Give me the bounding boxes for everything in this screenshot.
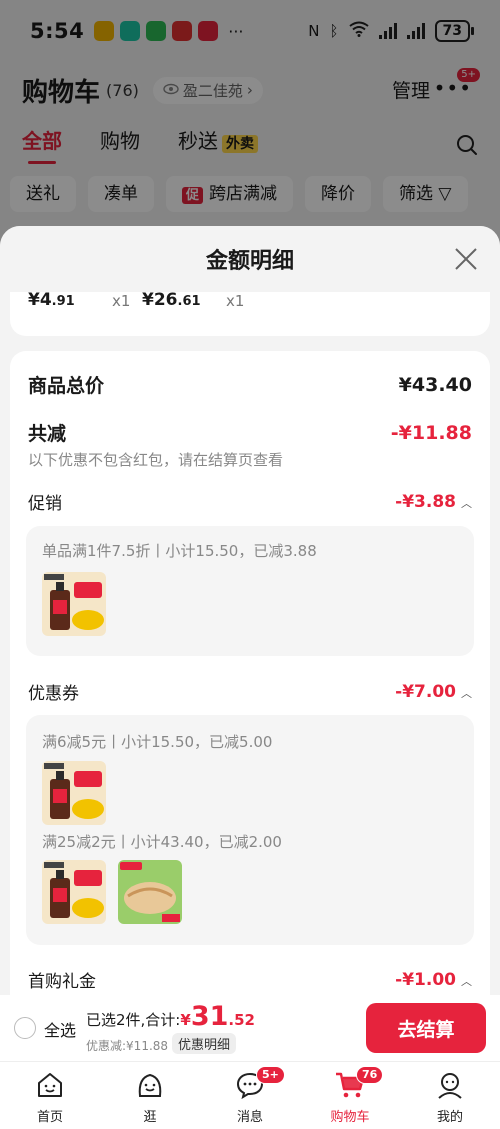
discount-summary: 优惠减:¥11.88 bbox=[86, 1039, 169, 1053]
coupon-label: 优惠券 bbox=[28, 684, 79, 704]
tab-stroll[interactable]: 逛 bbox=[100, 1062, 200, 1129]
messages-badge: 5+ bbox=[256, 1066, 285, 1084]
goods-total-label: 商品总价 bbox=[28, 375, 105, 397]
stroll-face-icon bbox=[135, 1070, 165, 1104]
first-gift-value: -¥1.00 ︿ bbox=[395, 969, 472, 990]
tab-cart[interactable]: 76 购物车 bbox=[300, 1062, 400, 1129]
total-reduce-value: -¥11.88 bbox=[390, 421, 472, 444]
profile-icon bbox=[435, 1070, 465, 1104]
item-price-2: ¥26.61 bbox=[142, 290, 201, 310]
product-thumb-soysauce bbox=[42, 572, 106, 636]
total-reduce-row: 共减 -¥11.88 bbox=[28, 419, 472, 446]
product-thumb-soysauce bbox=[42, 860, 106, 924]
product-thumb-soysauce bbox=[42, 761, 106, 825]
promo-detail-line: 单品满1件7.5折丨小计15.50，已减3.88 bbox=[42, 542, 317, 560]
home-face-icon bbox=[35, 1070, 65, 1104]
tab-stroll-label: 逛 bbox=[143, 1110, 157, 1125]
checkout-button[interactable]: 去结算 bbox=[366, 1003, 486, 1053]
close-icon[interactable] bbox=[454, 247, 478, 271]
promo-detail-box: 单品满1件7.5折丨小计15.50，已减3.88 bbox=[26, 526, 474, 656]
product-thumb-pastry bbox=[118, 860, 182, 924]
tab-home[interactable]: 首页 bbox=[0, 1062, 100, 1129]
tab-messages-label: 消息 bbox=[236, 1110, 263, 1125]
total-dec: .52 bbox=[228, 1011, 255, 1029]
promo-row[interactable]: 促销 -¥3.88 ︿ bbox=[28, 489, 472, 515]
select-all-label[interactable]: 全选 bbox=[44, 1017, 76, 1041]
sheet-header: 金额明细 bbox=[0, 226, 500, 292]
total-int: 31 bbox=[190, 1001, 229, 1032]
tab-home-label: 首页 bbox=[36, 1110, 63, 1125]
coupon-line-1: 满6减5元丨小计15.50，已减5.00 bbox=[42, 733, 273, 751]
tab-cart-label: 购物车 bbox=[330, 1110, 370, 1125]
reduce-note: 以下优惠不包含红包，请在结算页查看 bbox=[28, 451, 284, 469]
coupon-line-2: 满25减2元丨小计43.40，已减2.00 bbox=[42, 833, 282, 851]
item-qty-1: x1 bbox=[112, 292, 131, 310]
goods-total-value: ¥43.40 bbox=[398, 373, 472, 396]
promo-label: 促销 bbox=[28, 494, 62, 514]
coupon-value: -¥7.00 ︿ bbox=[395, 681, 472, 702]
bottom-tab-bar: 首页 逛 5+ 消息 76 购物车 我的 bbox=[0, 1061, 500, 1129]
cart-badge: 76 bbox=[356, 1066, 384, 1084]
chevron-up-icon: ︿ bbox=[461, 974, 472, 988]
coupon-detail-box: 满6减5元丨小计15.50，已减5.00 满25减2元丨小计43.40，已减2.… bbox=[26, 715, 474, 945]
tab-profile[interactable]: 我的 bbox=[400, 1062, 500, 1129]
tab-messages[interactable]: 5+ 消息 bbox=[200, 1062, 300, 1129]
sheet-title: 金额明细 bbox=[205, 249, 294, 274]
coupon-row[interactable]: 优惠券 -¥7.00 ︿ bbox=[28, 679, 472, 705]
select-all-radio[interactable] bbox=[14, 1017, 36, 1039]
tab-profile-label: 我的 bbox=[436, 1110, 463, 1125]
chevron-up-icon: ︿ bbox=[461, 686, 472, 700]
total-symbol: ¥ bbox=[180, 1011, 191, 1029]
first-gift-row[interactable]: 首购礼金 -¥1.00 ︿ bbox=[28, 967, 472, 993]
amount-detail-sheet: 金额明细 ¥4.91 x1 ¥26.61 x1 商品总价 ¥43.40 共减 -… bbox=[0, 226, 500, 1129]
total-line: 已选2件,合计: ¥ 31 .52 bbox=[86, 1001, 255, 1032]
item-qty-2: x1 bbox=[226, 292, 245, 310]
goods-total-row: 商品总价 ¥43.40 bbox=[28, 371, 472, 398]
item-price-card: ¥4.91 x1 ¥26.61 x1 bbox=[10, 290, 490, 336]
discount-detail-button[interactable]: 优惠明细 bbox=[172, 1033, 237, 1054]
selected-text: 已选2件,合计: bbox=[86, 1011, 181, 1029]
total-reduce-label: 共减 bbox=[28, 423, 67, 445]
chevron-up-icon: ︿ bbox=[461, 496, 472, 510]
checkout-bar: 全选 已选2件,合计: ¥ 31 .52 优惠减:¥11.88 优惠明细 去结算 bbox=[0, 995, 500, 1061]
promo-value: -¥3.88 ︿ bbox=[395, 491, 472, 512]
first-gift-label: 首购礼金 bbox=[28, 972, 96, 992]
item-price-1: ¥4.91 bbox=[28, 290, 75, 310]
